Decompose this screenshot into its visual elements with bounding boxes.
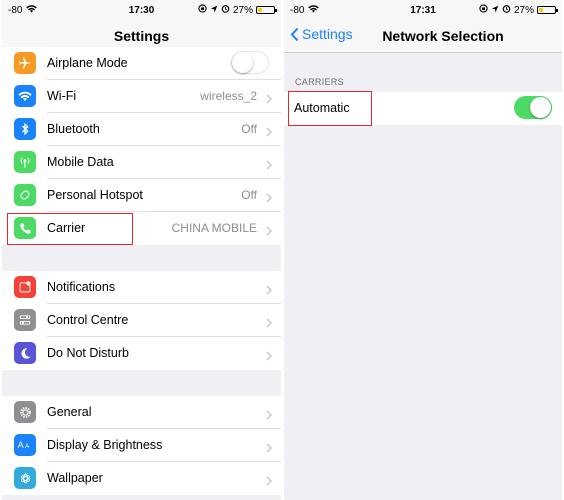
settings-row-do-not-disturb[interactable]: Do Not Disturb: [2, 337, 281, 370]
svg-text:A: A: [18, 440, 24, 450]
chevron-right-icon: [266, 282, 273, 300]
rotation-lock-icon: [198, 4, 207, 16]
chevron-right-icon: [266, 91, 273, 109]
page-title: Settings: [113, 28, 170, 44]
settings-row-airplane-mode[interactable]: Airplane Mode: [2, 47, 281, 80]
rotation-lock-icon: [479, 4, 488, 16]
settings-row-wifi[interactable]: Wi-Fi wireless_2: [2, 80, 281, 113]
nav-bar: Settings Network Selection: [284, 20, 562, 53]
settings-row-personal-hotspot[interactable]: Personal Hotspot Off: [2, 179, 281, 212]
settings-row-display-brightness[interactable]: AA Display & Brightness: [2, 429, 281, 462]
wifi-icon: [14, 85, 36, 107]
battery-icon: [256, 6, 277, 14]
page-title: Network Selection: [382, 28, 504, 44]
gear-icon: [14, 401, 36, 423]
battery-percent: 27%: [513, 4, 534, 16]
control-centre-icon: [14, 309, 36, 331]
battery-icon: [537, 6, 558, 14]
row-label: Do Not Disturb: [47, 346, 129, 360]
chevron-right-icon: [266, 157, 273, 175]
location-icon: [491, 5, 499, 16]
display-icon: AA: [14, 434, 36, 456]
row-label: Airplane Mode: [47, 56, 128, 70]
row-value: Off: [241, 188, 257, 202]
status-bar: -80 17:31 27%: [284, 0, 562, 20]
settings-screen: -80 17:30 27% Settings Airplane Mode Wi-…: [2, 0, 281, 500]
chevron-right-icon: [266, 440, 273, 458]
row-label: Display & Brightness: [47, 438, 163, 452]
row-label: Wi-Fi: [47, 89, 77, 103]
chevron-right-icon: [266, 315, 273, 333]
settings-row-mobile-data[interactable]: Mobile Data: [2, 146, 281, 179]
antenna-icon: [14, 151, 36, 173]
location-icon: [210, 5, 218, 16]
bluetooth-icon: [14, 118, 36, 140]
carrier-highlight-box: [7, 213, 133, 245]
airplane-icon: [14, 52, 36, 74]
row-label: Notifications: [47, 280, 116, 294]
alarm-icon: [502, 4, 511, 16]
chevron-right-icon: [266, 190, 273, 208]
airplane-mode-toggle[interactable]: [231, 51, 269, 74]
settings-row-general[interactable]: General: [2, 396, 281, 429]
chevron-right-icon: [266, 407, 273, 425]
chevron-right-icon: [266, 223, 273, 241]
settings-row-wallpaper[interactable]: Wallpaper: [2, 462, 281, 495]
row-value: CHINA MOBILE: [171, 221, 257, 235]
wallpaper-icon: [14, 467, 36, 489]
row-value: Off: [241, 122, 257, 136]
row-label: General: [47, 405, 92, 419]
row-label: Personal Hotspot: [47, 188, 143, 202]
hotspot-icon: [14, 184, 36, 206]
settings-row-bluetooth[interactable]: Bluetooth Off: [2, 113, 281, 146]
moon-icon: [14, 342, 36, 364]
settings-row-control-centre[interactable]: Control Centre: [2, 304, 281, 337]
row-label: Wallpaper: [47, 471, 103, 485]
chevron-right-icon: [266, 348, 273, 366]
row-value: wireless_2: [200, 89, 257, 103]
battery-percent: 27%: [232, 4, 253, 16]
notifications-icon: [14, 276, 36, 298]
automatic-toggle[interactable]: [514, 96, 552, 119]
section-header-carriers: CARRIERS: [295, 77, 344, 87]
svg-text:A: A: [25, 443, 30, 450]
row-label: Control Centre: [47, 313, 129, 327]
automatic-highlight-box: [288, 91, 372, 126]
row-label: Mobile Data: [47, 155, 114, 169]
settings-row-notifications[interactable]: Notifications: [2, 271, 281, 304]
chevron-right-icon: [266, 124, 273, 142]
row-label: Bluetooth: [47, 122, 100, 136]
chevron-left-icon: [290, 27, 299, 41]
chevron-right-icon: [266, 473, 273, 491]
alarm-icon: [221, 4, 230, 16]
network-selection-screen: -80 17:31 27% Settings Network Selection: [284, 0, 562, 500]
status-bar: -80 17:30 27%: [2, 0, 281, 20]
